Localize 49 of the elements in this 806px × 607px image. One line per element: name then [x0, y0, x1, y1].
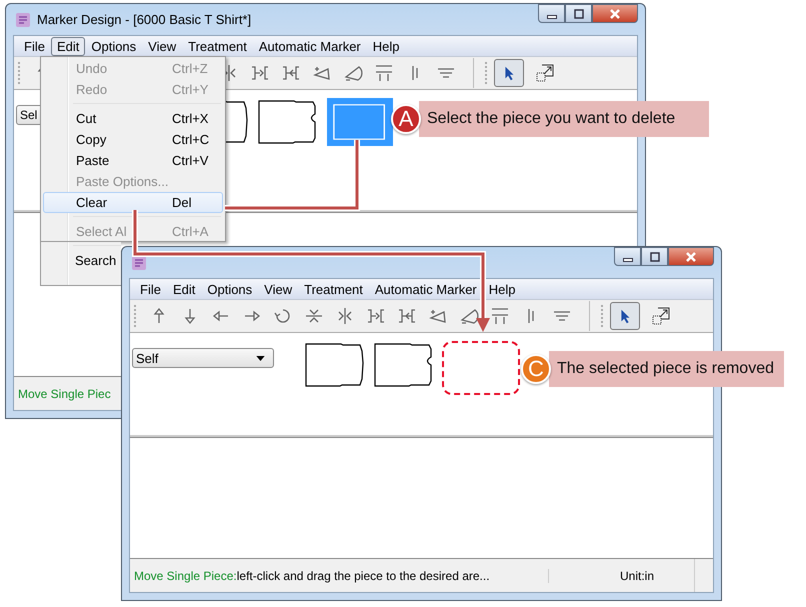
align-icon[interactable] [490, 306, 510, 326]
close-button[interactable] [592, 4, 638, 23]
pointer-tool-button[interactable] [610, 302, 640, 330]
unit-label: Unit:in [620, 568, 654, 582]
menu-item[interactable]: Edit [166, 280, 202, 298]
close-icon [685, 250, 697, 262]
close-button[interactable] [668, 247, 714, 266]
menu-item[interactable]: Copy Ctrl+C [43, 129, 223, 150]
dropdown[interactable]: Self [132, 348, 274, 368]
menu-item[interactable]: Automatic Marker [252, 36, 367, 56]
menu-item[interactable]: View [142, 36, 182, 56]
window-title: Marker Design - [6000 Basic T Shirt*] [37, 12, 252, 27]
minimize-button[interactable] [614, 247, 641, 266]
menu-item[interactable]: Treatment [298, 280, 369, 298]
close-icon [609, 8, 621, 20]
pattern-piece[interactable] [258, 100, 318, 144]
resize-icon[interactable] [651, 306, 671, 326]
menu-item[interactable]: Paste Ctrl+V [43, 150, 223, 171]
pointer-tool-button[interactable] [494, 59, 524, 87]
app-icon [15, 12, 31, 28]
menu-item[interactable]: Help [366, 36, 406, 56]
menu-item[interactable]: File [18, 36, 51, 56]
align-icon[interactable] [374, 63, 394, 83]
minimize-button[interactable] [538, 4, 565, 23]
maximize-button[interactable] [565, 4, 592, 23]
minimize-icon [546, 14, 556, 18]
menu-item[interactable]: Treatment [182, 36, 253, 56]
menu-item[interactable]: Cut Ctrl+X [43, 108, 223, 129]
menu-item[interactable]: Search [43, 250, 121, 271]
callout-text: Select the piece you want to delete [419, 101, 709, 137]
menu-item[interactable]: Edit [50, 36, 86, 56]
pattern-piece[interactable] [305, 343, 365, 387]
menu-item[interactable]: Help [482, 280, 522, 298]
pattern-piece[interactable] [374, 343, 434, 387]
menu-item[interactable]: Options [201, 280, 258, 298]
maximize-icon [572, 8, 584, 20]
menu-item[interactable]: View [258, 280, 298, 298]
status-message: Move Single Piece:left-click and drag the piece to the desired are... [134, 568, 549, 582]
minimize-icon [622, 258, 632, 262]
callout-text: The selected piece is removed [549, 351, 784, 387]
menu-item[interactable]: Automatic Marker [368, 280, 483, 298]
menu-item[interactable]: File [134, 280, 167, 298]
caret-icon [256, 356, 265, 360]
menu-item[interactable]: Options [85, 36, 142, 56]
menu-item[interactable]: Clear Del [43, 192, 223, 213]
maximize-icon [648, 250, 660, 262]
resize-icon[interactable] [535, 63, 555, 83]
maximize-button[interactable] [641, 247, 668, 266]
selected-piece[interactable] [327, 98, 393, 146]
